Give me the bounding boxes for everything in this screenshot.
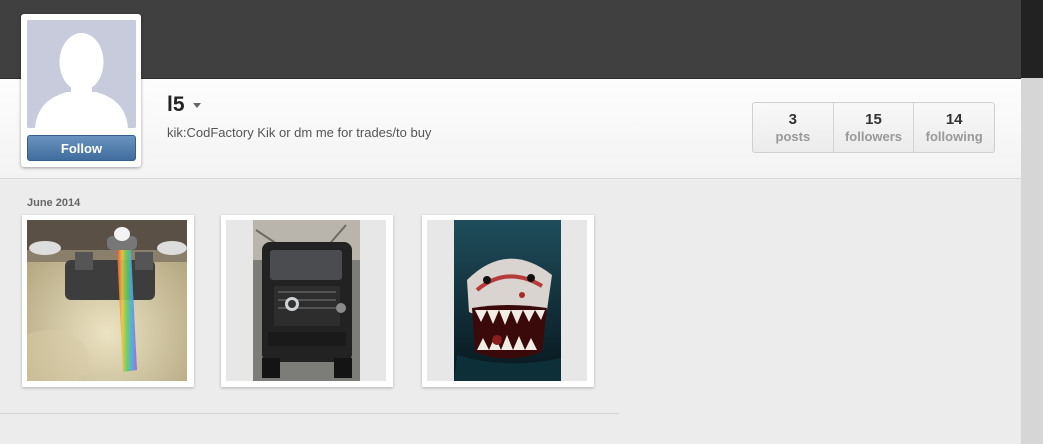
top-navigation-bar: [0, 0, 1021, 79]
date-group-label: June 2014: [27, 197, 81, 209]
photo-image: [226, 220, 386, 381]
scrollbar-track[interactable]: [1021, 78, 1043, 444]
stats-box: 3 posts 15 followers 14 following: [752, 102, 995, 153]
feed-divider: [0, 413, 619, 414]
stat-value: 3: [788, 111, 797, 128]
stat-label: followers: [844, 129, 903, 144]
photo-image: [27, 220, 187, 381]
follow-button[interactable]: Follow: [27, 135, 136, 161]
shark-image: [427, 220, 587, 381]
username-row[interactable]: l5: [167, 92, 201, 118]
stat-value: 14: [945, 111, 963, 128]
scrollbar-top: [1021, 0, 1043, 78]
photo-image: [427, 220, 587, 381]
avatar[interactable]: [27, 20, 136, 128]
dropdown-caret-icon[interactable]: [192, 102, 201, 108]
stat-label: following: [925, 129, 983, 144]
stat-label: posts: [775, 129, 811, 144]
photo-thumbnail[interactable]: [22, 215, 194, 387]
avatar-card: Follow: [21, 14, 141, 167]
default-avatar-icon: [27, 20, 136, 128]
username[interactable]: l5: [167, 93, 185, 117]
profile-bio: kik:CodFactory Kik or dm me for trades/t…: [167, 125, 432, 140]
photo-thumbnail[interactable]: [422, 215, 594, 387]
photo-thumbnail[interactable]: [221, 215, 393, 387]
stat-following[interactable]: 14 following: [914, 103, 994, 152]
stat-posts[interactable]: 3 posts: [753, 103, 834, 152]
stat-value: 15: [865, 111, 882, 128]
black-suv-image: [226, 220, 386, 381]
faucet-rainbow-image: [27, 220, 187, 381]
stat-followers[interactable]: 15 followers: [834, 103, 915, 152]
